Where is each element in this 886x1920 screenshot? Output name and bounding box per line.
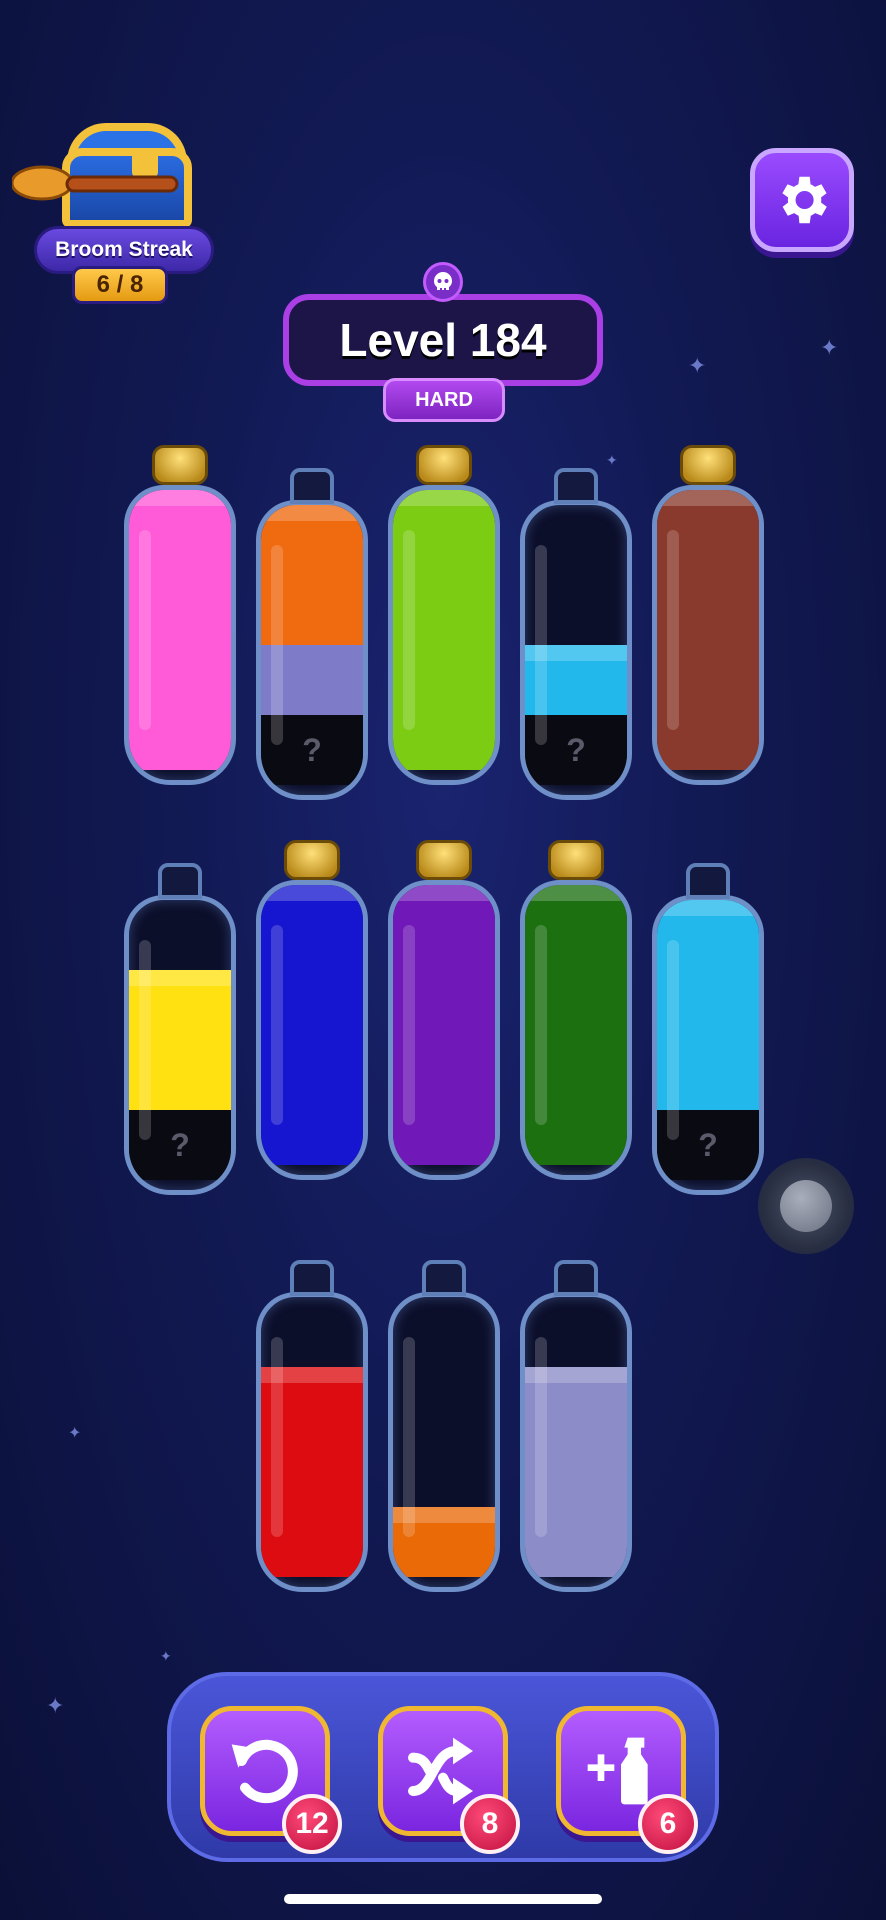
tube-body: ?: [256, 500, 368, 800]
tube-shine: [535, 545, 547, 745]
tube-body: [388, 880, 500, 1180]
tube-cork: [416, 840, 472, 880]
tube[interactable]: [388, 1252, 500, 1602]
tube-neck: [554, 1260, 598, 1296]
add-tube-count-badge: 6: [638, 1794, 698, 1854]
tube[interactable]: [388, 840, 500, 1190]
tube-body: ?: [520, 500, 632, 800]
tube-cork: [284, 840, 340, 880]
streak-count: 6 / 8: [72, 266, 168, 304]
tube-cork: [680, 445, 736, 485]
tube-body: [124, 485, 236, 785]
star-decoration: ✦: [820, 336, 839, 361]
tube-neck: [422, 1260, 466, 1296]
home-indicator[interactable]: [284, 1894, 602, 1904]
tube-shine: [271, 925, 283, 1125]
tube-neck: [290, 1260, 334, 1296]
tube-body: [652, 485, 764, 785]
tube[interactable]: [520, 1252, 632, 1602]
tube-shine: [667, 530, 679, 730]
tube[interactable]: ?: [124, 855, 236, 1205]
tube-neck: [290, 468, 334, 504]
tube-body: ?: [124, 895, 236, 1195]
gear-icon: [782, 176, 827, 224]
tube-neck: [554, 468, 598, 504]
tube-shine: [403, 1337, 415, 1537]
tube-body: [256, 1292, 368, 1592]
tube-body: ?: [652, 895, 764, 1195]
broom-icon: [12, 165, 179, 201]
tube[interactable]: [256, 1252, 368, 1602]
tube[interactable]: [388, 445, 500, 795]
star-decoration: ✦: [160, 1649, 172, 1665]
tube-body: [388, 485, 500, 785]
tube-shine: [403, 530, 415, 730]
shuffle-count-badge: 8: [460, 1794, 520, 1854]
star-decoration: ✦: [68, 1423, 82, 1442]
tube-shine: [535, 925, 547, 1125]
tube-cork: [416, 445, 472, 485]
tube-neck: [686, 863, 730, 899]
star-decoration: ✦: [688, 354, 707, 379]
tube-neck: [158, 863, 202, 899]
assistive-touch-button[interactable]: [758, 1158, 854, 1254]
tube-shine: [139, 530, 151, 730]
tube-body: [520, 880, 632, 1180]
tube-shine: [271, 545, 283, 745]
tube-cork: [548, 840, 604, 880]
tube-body: [388, 1292, 500, 1592]
tube[interactable]: ?: [520, 460, 632, 810]
tube-body: [256, 880, 368, 1180]
tube-shine: [139, 940, 151, 1140]
tube[interactable]: [124, 445, 236, 795]
tube-shine: [403, 925, 415, 1125]
skull-icon: [423, 262, 463, 302]
tube[interactable]: [520, 840, 632, 1190]
difficulty-badge: HARD: [383, 378, 505, 422]
broom-streak-widget[interactable]: Broom Streak 6 / 8: [12, 118, 214, 304]
assistive-touch-knob: [780, 1180, 832, 1232]
tube-shine: [667, 940, 679, 1140]
tube-body: [520, 1292, 632, 1592]
tube-shine: [271, 1337, 283, 1537]
tube[interactable]: ?: [652, 855, 764, 1205]
tube[interactable]: [256, 840, 368, 1190]
tube[interactable]: ?: [256, 460, 368, 810]
level-title: Level 184: [283, 294, 603, 386]
tube-cork: [152, 445, 208, 485]
tube-shine: [535, 1337, 547, 1537]
tube[interactable]: [652, 445, 764, 795]
undo-count-badge: 12: [282, 1794, 342, 1854]
star-decoration: ✦: [46, 1694, 65, 1719]
settings-button[interactable]: [750, 148, 854, 252]
